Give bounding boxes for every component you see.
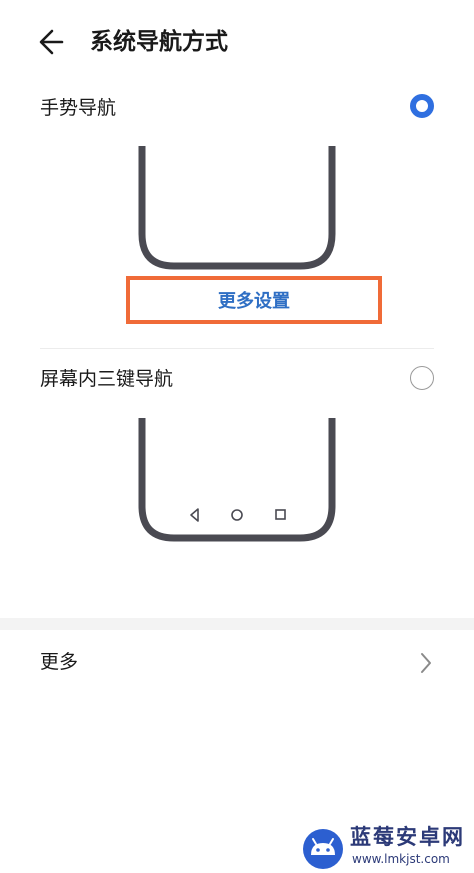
more-settings-button[interactable]: 更多设置 [130,280,378,320]
android-logo-icon [303,829,343,869]
divider [40,348,434,349]
more-label: 更多 [40,651,79,673]
recents-square-icon [275,509,286,520]
more-settings-highlight: 更多设置 [126,276,382,324]
chevron-right-icon [421,653,431,673]
watermark-url: www.lmkjst.com [352,852,450,866]
header: 系统导航方式 [0,0,474,84]
option-label: 手势导航 [40,97,117,119]
option-label: 屏幕内三键导航 [40,368,174,390]
radio-unselected-icon[interactable] [410,366,434,390]
option-gesture-navigation[interactable]: 手势导航 [0,86,474,130]
gesture-phone-illustration [138,146,336,270]
more-row[interactable]: 更多 [0,640,474,688]
arrow-left-icon [39,29,64,55]
radio-selected-icon[interactable] [410,94,434,118]
option-three-key-navigation[interactable]: 屏幕内三键导航 [0,357,474,401]
home-circle-icon [231,509,243,521]
back-triangle-icon [190,508,199,522]
watermark: 蓝莓安卓网 www.lmkjst.com [296,822,474,873]
section-separator [0,618,474,630]
three-key-phone-illustration [138,418,336,542]
watermark-title: 蓝莓安卓网 [350,825,465,849]
page-title: 系统导航方式 [90,29,228,55]
back-button[interactable] [34,24,74,60]
